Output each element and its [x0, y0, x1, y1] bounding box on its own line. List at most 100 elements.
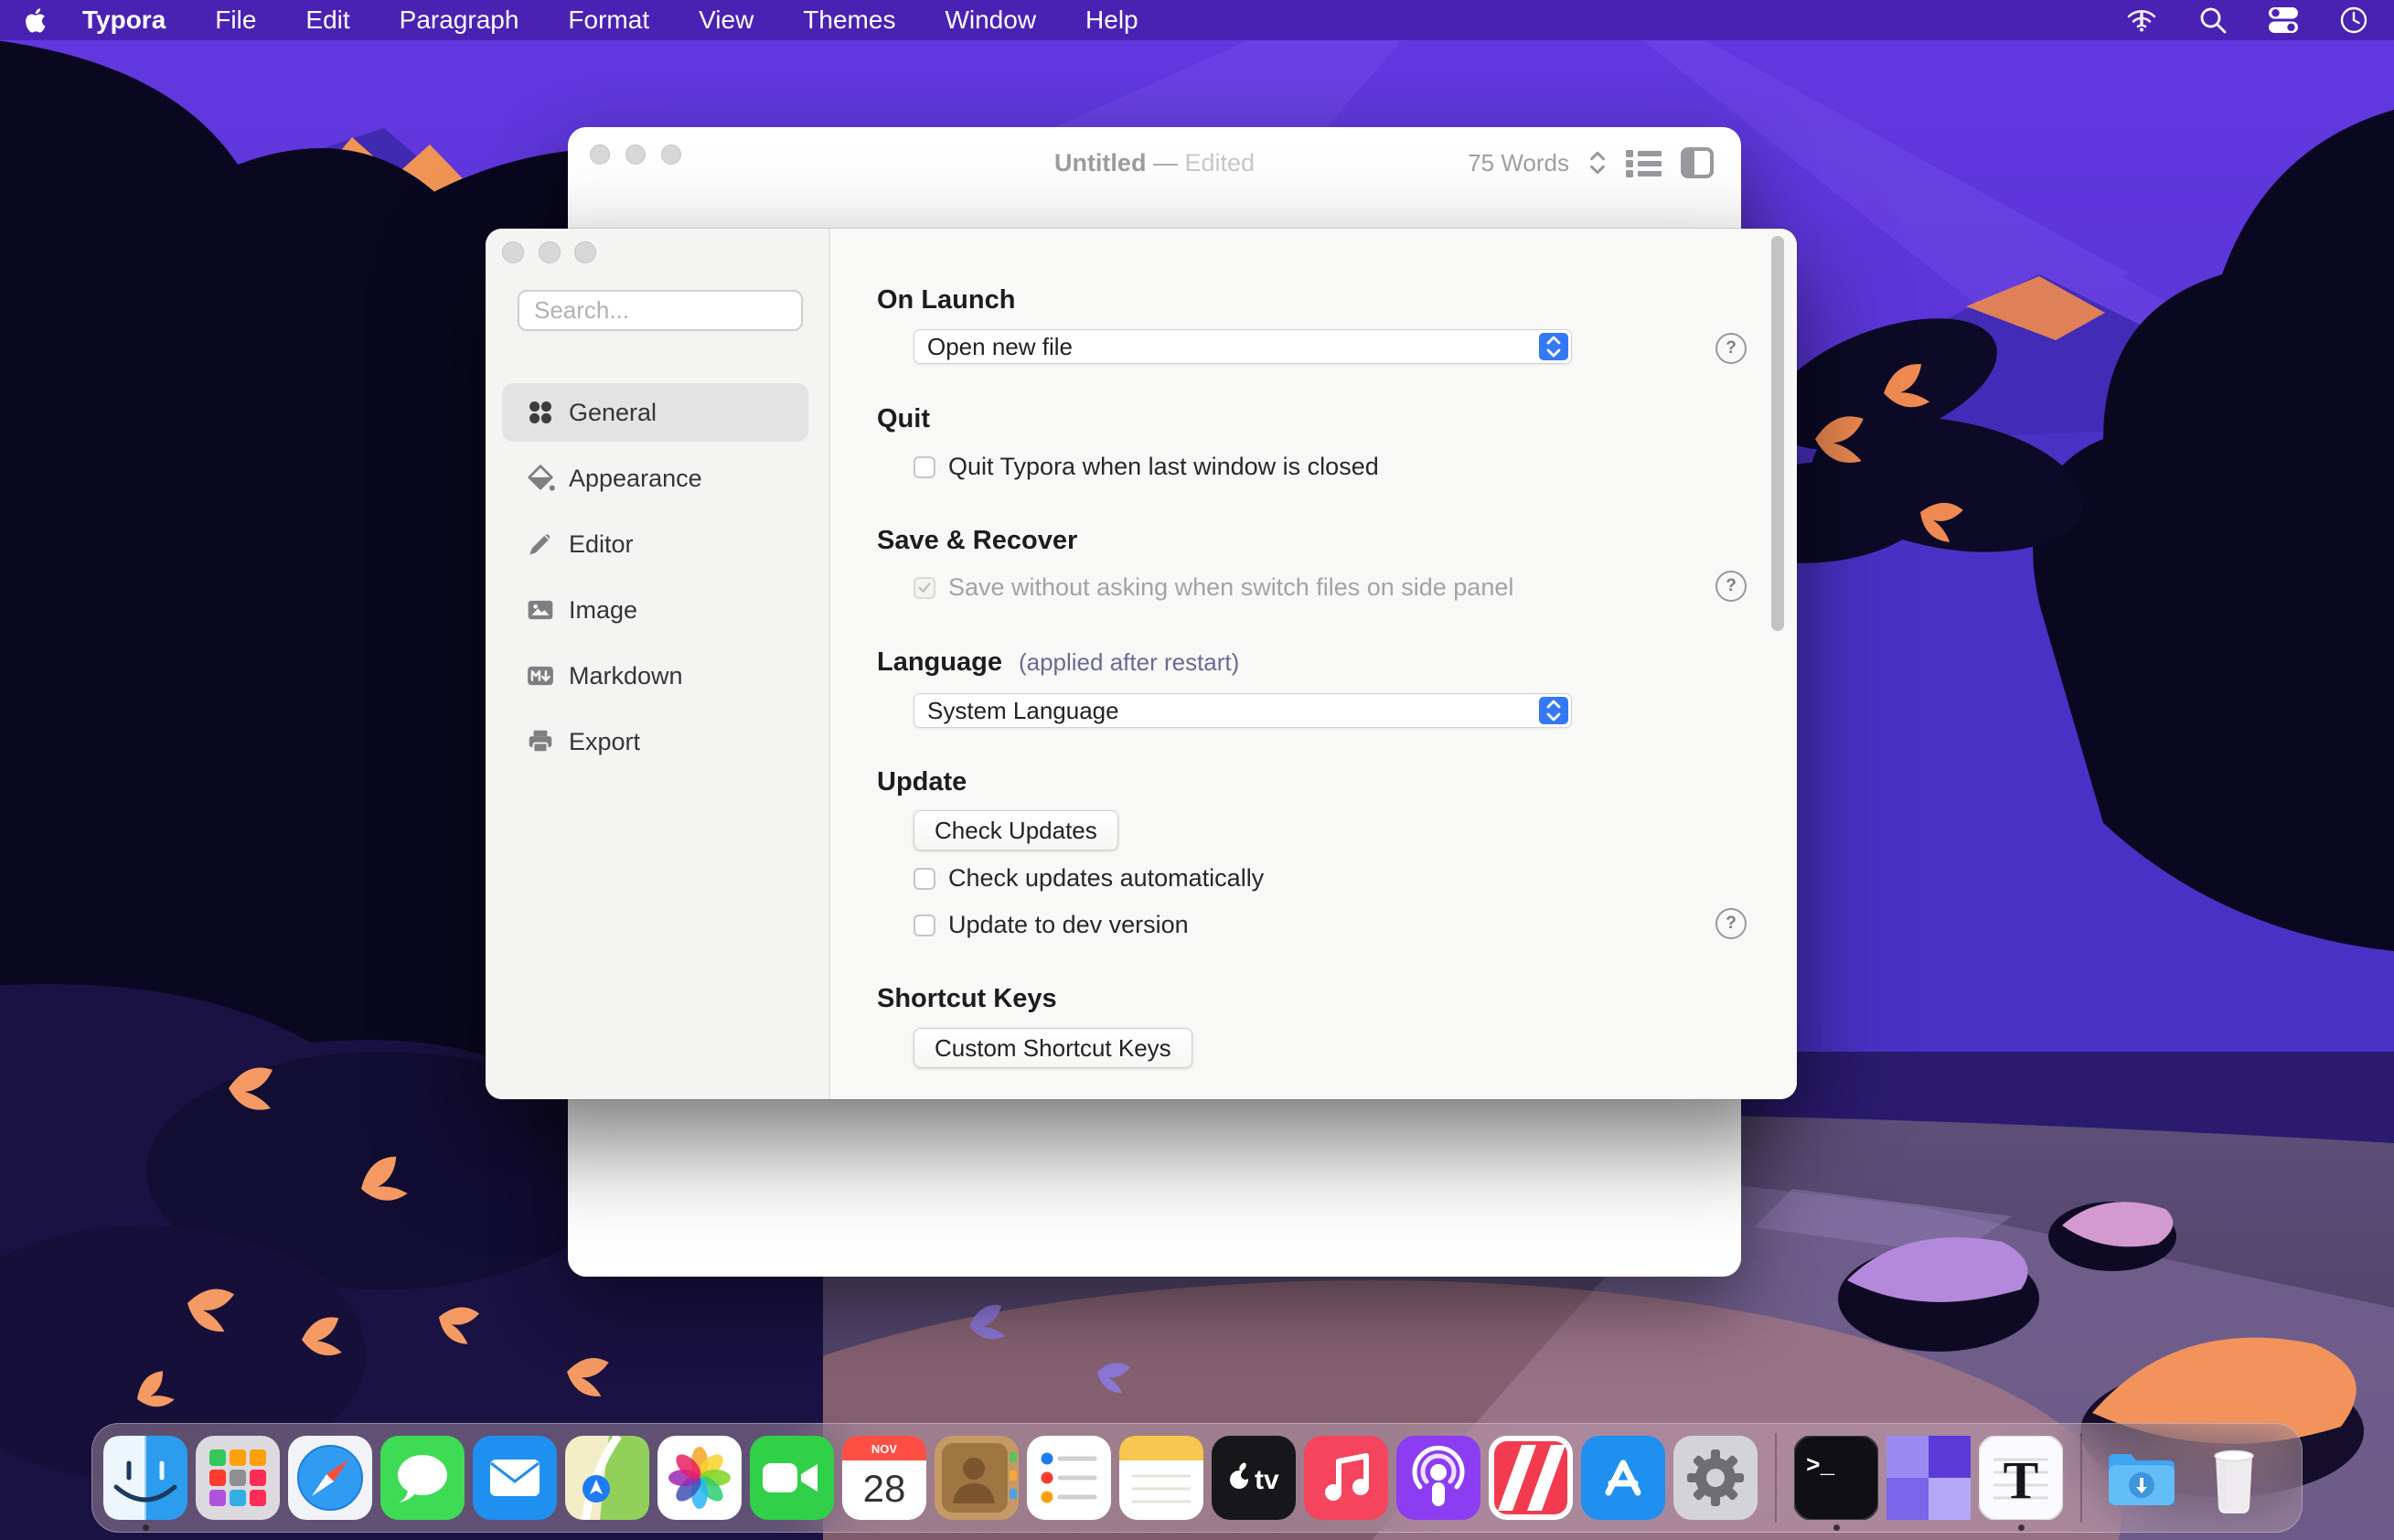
section-update-title: Update [877, 767, 967, 797]
save-recover-help-icon[interactable]: ? [1715, 571, 1747, 602]
svg-text:28: 28 [863, 1467, 906, 1510]
markdown-icon [526, 661, 555, 690]
dock-terminal-icon[interactable]: >_ [1794, 1436, 1878, 1520]
sidebar-item-editor[interactable]: Editor [502, 511, 808, 577]
dev-update-help-icon[interactable]: ? [1715, 908, 1747, 939]
appearance-icon [526, 464, 555, 493]
search-input[interactable] [518, 290, 803, 331]
quit-checkbox[interactable] [914, 456, 935, 478]
dock-news-icon[interactable] [1489, 1436, 1573, 1520]
dock-calendar-icon[interactable]: NOV 28 [842, 1436, 926, 1520]
menu-app-name[interactable]: Typora [82, 5, 166, 35]
outline-list-icon[interactable] [1626, 148, 1662, 177]
dock-mail-icon[interactable] [473, 1436, 557, 1520]
dock-trash-icon[interactable] [2192, 1436, 2276, 1520]
toggle-sidebar-icon[interactable] [1681, 147, 1714, 178]
sidebar-item-appearance[interactable]: Appearance [502, 445, 808, 511]
dock-music-icon[interactable] [1304, 1436, 1388, 1520]
select-stepper-icon [1539, 333, 1568, 360]
apple-menu-icon[interactable] [26, 6, 49, 34]
dock: NOV 28 tv >_ T [91, 1423, 2303, 1533]
section-language-title: Language(applied after restart) [877, 647, 1239, 678]
dock-maps-icon[interactable] [565, 1436, 649, 1520]
sidebar-item-general[interactable]: General [502, 383, 808, 442]
dock-podcasts-icon[interactable] [1396, 1436, 1480, 1520]
dock-safari-icon[interactable] [288, 1436, 372, 1520]
auto-update-checkbox-row: Check updates automatically [914, 864, 1264, 893]
menu-item-themes[interactable]: Themes [803, 5, 895, 34]
dock-image-file-icon[interactable] [1886, 1436, 1971, 1520]
menu-items: File Edit Paragraph Format View Themes Window H… [215, 5, 1187, 35]
language-select[interactable]: System Language [914, 693, 1572, 728]
search-icon[interactable] [2198, 5, 2228, 35]
running-indicator [2018, 1524, 2025, 1531]
close-button[interactable] [502, 241, 524, 263]
preferences-sidebar: General Appearance Editor Image Markdown… [486, 229, 830, 1099]
dock-contacts-icon[interactable] [935, 1436, 1019, 1520]
on-launch-help-icon[interactable]: ? [1715, 333, 1747, 364]
export-icon [526, 727, 555, 756]
quit-checkbox-row: Quit Typora when last window is closed [914, 453, 1379, 481]
select-stepper-icon [1539, 697, 1568, 724]
preferences-main-panel: On Launch Open new file ? Quit Quit Typo… [830, 229, 1797, 1099]
zoom-button[interactable] [574, 241, 596, 263]
sidebar-item-export[interactable]: Export [502, 709, 808, 775]
general-icon [526, 398, 555, 427]
menu-item-window[interactable]: Window [945, 5, 1036, 34]
save-without-asking-checkbox[interactable] [914, 577, 935, 599]
menu-status-icons [2125, 5, 2368, 35]
menu-item-paragraph[interactable]: Paragraph [400, 5, 519, 34]
sidebar-item-image[interactable]: Image [502, 577, 808, 643]
menu-item-help[interactable]: Help [1085, 5, 1138, 34]
save-recover-checkbox-row: Save without asking when switch files on… [914, 573, 1513, 602]
running-indicator [1833, 1524, 1840, 1531]
wifi-warning-icon[interactable] [2125, 5, 2158, 35]
dock-launchpad-icon[interactable] [196, 1436, 280, 1520]
svg-text:T: T [2004, 1450, 2039, 1510]
svg-text:>_: >_ [1806, 1452, 1835, 1480]
scrollbar-thumb[interactable] [1771, 236, 1784, 631]
sidebar-item-markdown[interactable]: Markdown [502, 643, 808, 709]
dock-separator [1775, 1433, 1777, 1523]
dock-settings-icon[interactable] [1673, 1436, 1758, 1520]
dock-notes-icon[interactable] [1119, 1436, 1203, 1520]
svg-text:tv: tv [1255, 1465, 1279, 1495]
dock-separator [2080, 1433, 2082, 1523]
preferences-window: General Appearance Editor Image Markdown… [486, 229, 1797, 1099]
check-updates-automatically-checkbox[interactable] [914, 868, 935, 890]
dock-finder-icon[interactable] [103, 1436, 187, 1520]
update-to-dev-version-checkbox[interactable] [914, 914, 935, 936]
control-center-icon[interactable] [2268, 5, 2299, 35]
menu-item-view[interactable]: View [699, 5, 753, 34]
dock-reminders-icon[interactable] [1027, 1436, 1111, 1520]
clock-icon[interactable] [2339, 5, 2368, 35]
section-on-launch-title: On Launch [877, 285, 1015, 315]
dock-typora-icon[interactable]: T [1979, 1436, 2063, 1520]
custom-shortcut-keys-button[interactable]: Custom Shortcut Keys [914, 1028, 1192, 1068]
check-updates-button[interactable]: Check Updates [914, 810, 1118, 850]
document-titlebar: Untitled — Edited 75 Words [568, 127, 1741, 191]
image-icon [526, 595, 555, 625]
section-quit-title: Quit [877, 404, 930, 434]
minimize-button[interactable] [539, 241, 561, 263]
sidebar-list: General Appearance Editor Image Markdown… [502, 380, 808, 775]
svg-text:NOV: NOV [871, 1442, 898, 1456]
language-note: (applied after restart) [1019, 648, 1239, 676]
menu-item-format[interactable]: Format [568, 5, 649, 34]
menu-item-edit[interactable]: Edit [305, 5, 349, 34]
section-shortcut-keys-title: Shortcut Keys [877, 984, 1057, 1014]
editor-icon [526, 529, 555, 559]
running-indicator [143, 1524, 149, 1531]
dock-appstore-icon[interactable] [1581, 1436, 1665, 1520]
dock-facetime-icon[interactable] [750, 1436, 834, 1520]
menu-item-file[interactable]: File [215, 5, 256, 34]
dock-messages-icon[interactable] [380, 1436, 465, 1520]
dock-photos-icon[interactable] [657, 1436, 742, 1520]
desktop: Typora File Edit Paragraph Format View Themes… [0, 0, 2394, 1540]
dock-appletv-icon[interactable]: tv [1212, 1436, 1296, 1520]
dock-downloads-icon[interactable] [2100, 1436, 2184, 1520]
section-save-recover-title: Save & Recover [877, 526, 1077, 556]
word-count-stepper-icon[interactable] [1587, 149, 1608, 176]
on-launch-select[interactable]: Open new file [914, 329, 1572, 364]
word-count: 75 Words [1468, 149, 1569, 177]
